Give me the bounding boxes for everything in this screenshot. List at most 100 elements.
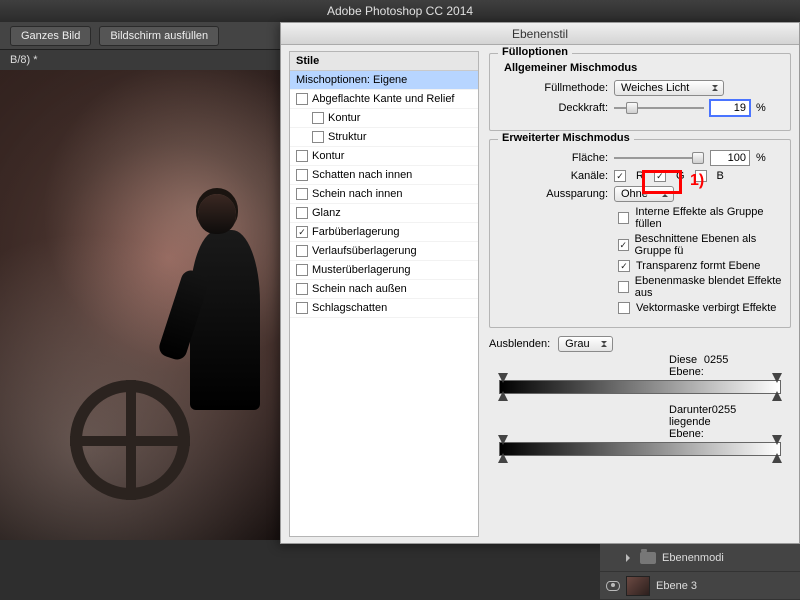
- style-checkbox[interactable]: [312, 131, 324, 143]
- opt-internal-effects-label: Interne Effekte als Gruppe füllen: [635, 206, 782, 230]
- fill-opacity-slider[interactable]: [614, 151, 704, 165]
- knockout-label: Aussparung:: [498, 188, 608, 200]
- layer-style-dialog: Ebenenstil Stile Mischoptionen: Eigene Ab…: [280, 22, 800, 544]
- style-label: Mischoptionen: Eigene: [296, 74, 407, 86]
- channel-r-checkbox[interactable]: [614, 170, 626, 182]
- style-label: Schein nach außen: [312, 283, 407, 295]
- app-title-bar: Adobe Photoshop CC 2014: [0, 0, 800, 22]
- style-checkbox[interactable]: [296, 169, 308, 181]
- style-item[interactable]: Farbüberlagerung: [290, 223, 478, 242]
- style-item[interactable]: Schatten nach innen: [290, 166, 478, 185]
- opt-layer-mask-label: Ebenenmaske blendet Effekte aus: [635, 275, 782, 299]
- opacity-slider[interactable]: [614, 101, 704, 115]
- style-checkbox[interactable]: [296, 188, 308, 200]
- style-label: Kontur: [328, 112, 360, 124]
- style-checkbox[interactable]: [296, 283, 308, 295]
- under-layer-gradient[interactable]: [499, 442, 781, 456]
- style-label: Schein nach innen: [312, 188, 403, 200]
- style-item[interactable]: Glanz: [290, 204, 478, 223]
- style-checkbox[interactable]: [296, 264, 308, 276]
- style-item[interactable]: Verlaufsüberlagerung: [290, 242, 478, 261]
- opt-vector-mask-checkbox[interactable]: [618, 302, 630, 314]
- fit-screen-button[interactable]: Ganzes Bild: [10, 26, 91, 46]
- opacity-input[interactable]: 19: [710, 100, 750, 116]
- document-canvas[interactable]: [0, 70, 280, 540]
- canvas-figure: [190, 230, 260, 410]
- opt-clipped-layers-label: Beschnittene Ebenen als Gruppe fü: [635, 233, 783, 257]
- channel-g-checkbox[interactable]: [654, 170, 666, 182]
- document-tab[interactable]: B/8) *: [10, 54, 38, 66]
- opacity-label: Deckkraft:: [498, 102, 608, 114]
- style-label: Farbüberlagerung: [312, 226, 399, 238]
- style-label: Musterüberlagerung: [312, 264, 410, 276]
- layer-name: Ebene 3: [656, 580, 697, 592]
- fill-method-select[interactable]: Weiches Licht: [614, 80, 724, 96]
- disclosure-icon[interactable]: [626, 554, 634, 562]
- blendif-label: Ausblenden:: [489, 338, 550, 350]
- under-layer-label: Darunter liegende Ebene:: [669, 404, 712, 440]
- general-blend-legend: Allgemeiner Mischmodus: [504, 62, 782, 74]
- style-label: Struktur: [328, 131, 367, 143]
- style-label: Schlagschatten: [312, 302, 387, 314]
- style-item[interactable]: Musterüberlagerung: [290, 261, 478, 280]
- this-layer-label: Diese Ebene:: [669, 354, 704, 378]
- fill-options-legend: Fülloptionen: [498, 46, 572, 58]
- style-label: Glanz: [312, 207, 341, 219]
- fill-options-box: Fülloptionen Allgemeiner Mischmodus Füll…: [489, 53, 791, 131]
- style-checkbox[interactable]: [296, 150, 308, 162]
- layer-group-row[interactable]: Ebenenmodi: [600, 544, 800, 572]
- style-checkbox[interactable]: [296, 226, 308, 238]
- style-label: Abgeflachte Kante und Relief: [312, 93, 455, 105]
- style-checkbox[interactable]: [296, 245, 308, 257]
- style-label: Kontur: [312, 150, 344, 162]
- fill-method-label: Füllmethode:: [498, 82, 608, 94]
- styles-header: Stile: [290, 52, 478, 71]
- fill-screen-button[interactable]: Bildschirm ausfüllen: [99, 26, 219, 46]
- style-checkbox[interactable]: [296, 207, 308, 219]
- style-label: Schatten nach innen: [312, 169, 412, 181]
- layers-panel: Ebenenmodi Ebene 3: [600, 544, 800, 600]
- knockout-select[interactable]: Ohne: [614, 186, 674, 202]
- opt-transparency-shapes-label: Transparenz formt Ebene: [636, 260, 760, 272]
- pct-label: %: [756, 152, 766, 164]
- styles-list: Stile Mischoptionen: Eigene Abgeflachte K…: [289, 51, 479, 537]
- val-255: 255: [718, 404, 736, 440]
- blendif-select[interactable]: Grau: [558, 336, 613, 352]
- style-item[interactable]: Schein nach innen: [290, 185, 478, 204]
- fill-opacity-input[interactable]: 100: [710, 150, 750, 166]
- opt-clipped-layers-checkbox[interactable]: [618, 239, 629, 251]
- dialog-title: Ebenenstil: [281, 23, 799, 45]
- advanced-blend-legend: Erweiterter Mischmodus: [498, 132, 634, 144]
- style-item[interactable]: Kontur: [290, 109, 478, 128]
- channels-label: Kanäle:: [498, 170, 608, 182]
- this-layer-gradient[interactable]: [499, 380, 781, 394]
- advanced-blend-box: Erweiterter Mischmodus Fläche: 100 % Kan…: [489, 139, 791, 328]
- style-label: Verlaufsüberlagerung: [312, 245, 417, 257]
- opt-transparency-shapes-checkbox[interactable]: [618, 260, 630, 272]
- annotation-text: 1): [690, 172, 704, 190]
- style-checkbox[interactable]: [312, 112, 324, 124]
- style-checkbox[interactable]: [296, 302, 308, 314]
- canvas-wheel: [70, 380, 190, 500]
- pct-label: %: [756, 102, 766, 114]
- style-checkbox[interactable]: [296, 93, 308, 105]
- channel-b-label: B: [717, 170, 724, 182]
- style-item[interactable]: Mischoptionen: Eigene: [290, 71, 478, 90]
- fill-opacity-label: Fläche:: [498, 152, 608, 164]
- channel-g-label: G: [676, 170, 685, 182]
- options-panel: Fülloptionen Allgemeiner Mischmodus Füll…: [485, 45, 799, 543]
- style-item[interactable]: Schlagschatten: [290, 299, 478, 318]
- style-item[interactable]: Abgeflachte Kante und Relief: [290, 90, 478, 109]
- channels-group: R G B: [614, 170, 724, 182]
- layer-row[interactable]: Ebene 3: [600, 572, 800, 600]
- layer-group-name: Ebenenmodi: [662, 552, 724, 564]
- folder-icon: [640, 552, 656, 564]
- style-item[interactable]: Schein nach außen: [290, 280, 478, 299]
- opt-layer-mask-checkbox[interactable]: [618, 281, 629, 293]
- val-255: 255: [710, 354, 728, 378]
- visibility-icon[interactable]: [606, 581, 620, 591]
- style-item[interactable]: Kontur: [290, 147, 478, 166]
- channel-r-label: R: [636, 170, 644, 182]
- style-item[interactable]: Struktur: [290, 128, 478, 147]
- opt-internal-effects-checkbox[interactable]: [618, 212, 629, 224]
